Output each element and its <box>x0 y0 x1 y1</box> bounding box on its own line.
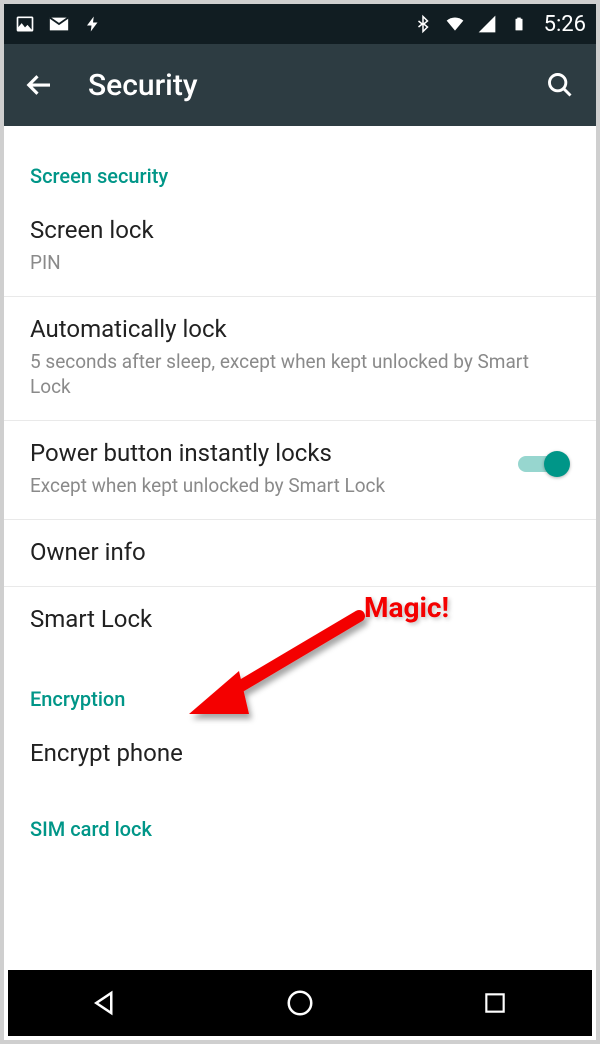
item-sub: 5 seconds after sleep, except when kept … <box>30 349 570 400</box>
app-bar: Security <box>4 44 596 126</box>
circle-home-icon <box>285 988 315 1018</box>
image-icon <box>14 13 36 35</box>
mail-icon <box>48 13 70 35</box>
status-bar: 5:26 <box>4 4 596 44</box>
back-button[interactable] <box>22 67 58 103</box>
search-button[interactable] <box>542 67 578 103</box>
nav-home-button[interactable] <box>280 983 320 1023</box>
square-recent-icon <box>482 990 508 1016</box>
annotation-text: Magic! <box>364 591 449 624</box>
item-smart-lock[interactable]: Smart Lock <box>4 587 596 653</box>
nav-back-button[interactable] <box>85 983 125 1023</box>
cell-signal-icon <box>476 13 498 35</box>
navigation-bar <box>8 970 592 1036</box>
item-encrypt-phone[interactable]: Encrypt phone <box>4 721 596 787</box>
wifi-icon <box>444 13 466 35</box>
toggle-power-lock[interactable] <box>518 449 570 479</box>
status-clock: 5:26 <box>544 12 586 37</box>
arrow-left-icon <box>25 70 55 100</box>
bolt-icon <box>82 13 104 35</box>
item-screen-lock[interactable]: Screen lock PIN <box>4 198 596 297</box>
device-frame: 5:26 Security Screen security Screen loc… <box>0 0 600 1044</box>
item-sub: Except when kept unlocked by Smart Lock <box>30 473 518 499</box>
search-icon <box>546 71 574 99</box>
section-screen-security: Screen security <box>4 146 596 198</box>
toggle-thumb <box>544 451 570 477</box>
item-auto-lock[interactable]: Automatically lock 5 seconds after sleep… <box>4 297 596 421</box>
item-label: Screen lock <box>30 216 570 244</box>
item-owner-info[interactable]: Owner info <box>4 520 596 587</box>
item-power-lock[interactable]: Power button instantly locks Except when… <box>4 421 596 520</box>
section-sim-lock: SIM card lock <box>4 787 596 851</box>
settings-list: Screen security Screen lock PIN Automati… <box>4 126 596 974</box>
nav-recent-button[interactable] <box>475 983 515 1023</box>
item-label: Automatically lock <box>30 315 570 343</box>
item-label: Owner info <box>30 538 570 566</box>
triangle-back-icon <box>90 988 120 1018</box>
battery-icon <box>508 13 530 35</box>
section-encryption: Encryption <box>4 653 596 721</box>
item-label: Power button instantly locks <box>30 439 518 467</box>
item-sub: PIN <box>30 250 570 276</box>
page-title: Security <box>88 68 198 103</box>
item-label: Smart Lock <box>30 605 570 633</box>
bluetooth-icon <box>412 13 434 35</box>
item-label: Encrypt phone <box>30 739 570 767</box>
